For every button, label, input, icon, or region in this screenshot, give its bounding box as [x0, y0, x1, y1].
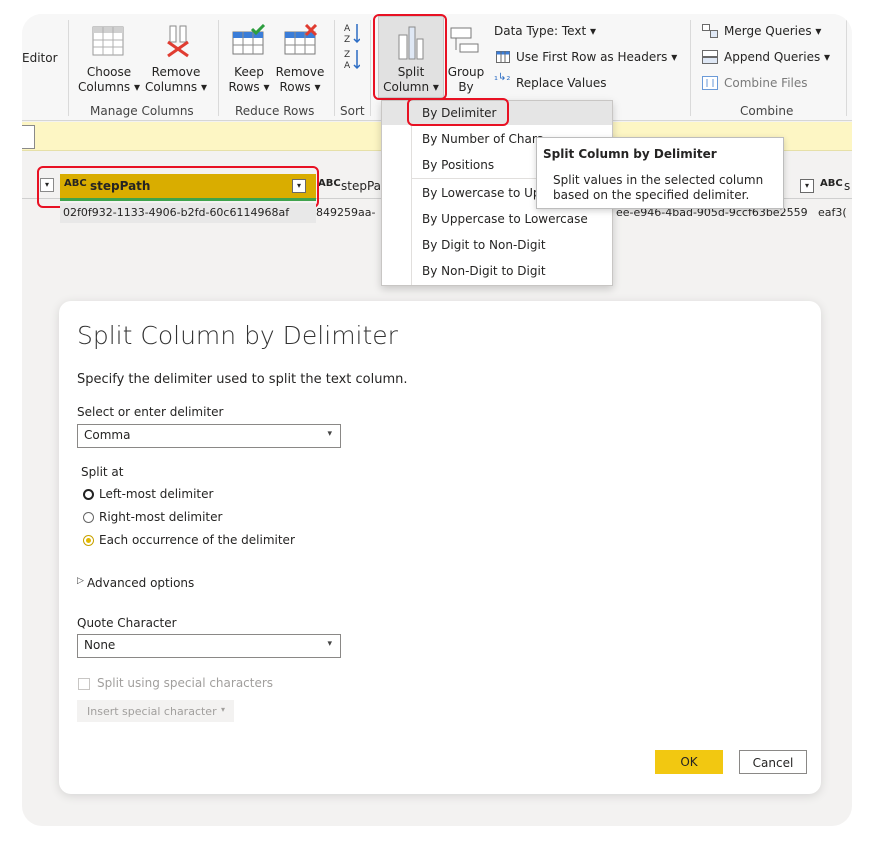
tooltip: Split Column by Delimiter Split values i… — [536, 137, 784, 209]
sort-ascending-icon[interactable]: AZ — [344, 22, 361, 47]
sort-descending-icon[interactable]: ZA — [344, 48, 361, 73]
data-type-dropdown[interactable]: Data Type: Text ▾ — [494, 24, 596, 38]
remove-columns-icon — [162, 24, 194, 61]
tooltip-text: based on the specified delimiter. — [553, 188, 750, 202]
choose-columns-icon — [92, 26, 124, 59]
remove-rows-button[interactable]: Remove Rows ▾ — [274, 65, 326, 95]
quote-character-label: Quote Character — [77, 616, 177, 630]
chevron-down-icon: ▾ — [327, 429, 332, 439]
radio-left-most[interactable] — [83, 489, 94, 500]
tooltip-title: Split Column by Delimiter — [543, 147, 717, 161]
ribbon-separator — [68, 20, 69, 116]
column-header-highlight — [37, 166, 319, 208]
quote-character-select[interactable]: None ▾ — [77, 634, 341, 658]
use-first-row-headers-button[interactable]: Use First Row as Headers ▾ — [516, 50, 677, 64]
remove-rows-icon — [284, 23, 318, 59]
replace-values-icon: ₁↳₂ — [494, 72, 511, 83]
ok-button[interactable]: OK — [655, 750, 723, 774]
radio-selected-dot — [86, 538, 91, 543]
remove-columns-button[interactable]: Remove Columns ▾ — [142, 65, 210, 95]
chevron-right-icon[interactable]: ▷ — [77, 576, 84, 586]
menu-item-by-positions[interactable]: By Positions — [422, 158, 494, 172]
column-filter-dropdown-icon[interactable]: ▾ — [800, 179, 814, 193]
combine-files-icon — [702, 76, 718, 93]
group-label-combine: Combine — [740, 104, 794, 118]
radio-each-occurrence[interactable] — [83, 535, 94, 546]
split-column-dialog: Split Column by Delimiter Specify the de… — [59, 301, 821, 794]
app-frame: Editor Choose Columns ▾ Remove Columns ▾… — [22, 14, 852, 826]
tooltip-text: Split values in the selected column — [553, 173, 764, 187]
ribbon-separator — [334, 20, 335, 116]
split-at-label: Split at — [81, 465, 124, 479]
advanced-options-toggle[interactable]: Advanced options — [87, 576, 194, 590]
radio-label-left-most[interactable]: Left-most delimiter — [99, 487, 213, 501]
append-queries-button[interactable]: Append Queries ▾ — [724, 50, 830, 64]
append-queries-icon — [702, 50, 718, 67]
table-cell[interactable]: 02f0f932-1133-4906-b2fd-60c6114968af — [63, 206, 289, 219]
table-cell[interactable]: 849259aa- — [316, 206, 375, 219]
insert-special-character-label: Insert special character — [87, 705, 217, 718]
split-column-highlight — [373, 14, 447, 100]
table-cell[interactable]: eaf3( — [818, 206, 847, 219]
delimiter-select[interactable]: Comma ▾ — [77, 424, 341, 448]
keep-rows-icon — [232, 23, 266, 59]
column-header-label[interactable]: stepPa — [341, 179, 381, 193]
insert-special-character-button[interactable]: Insert special character ▾ — [77, 700, 234, 722]
radio-right-most[interactable] — [83, 512, 94, 523]
svg-text:A: A — [344, 24, 351, 34]
menu-item-by-number-of-characters[interactable]: By Number of Chara — [422, 132, 544, 146]
by-delimiter-highlight — [407, 98, 509, 126]
chevron-down-icon: ▾ — [221, 705, 226, 714]
ribbon-separator — [218, 20, 219, 116]
radio-label-right-most[interactable]: Right-most delimiter — [99, 510, 222, 524]
column-header-label[interactable]: s — [844, 179, 850, 193]
group-by-icon — [450, 26, 480, 59]
group-by-button[interactable]: Group By — [444, 65, 488, 95]
menu-item-uppercase-to-lowercase[interactable]: By Uppercase to Lowercase — [422, 212, 588, 226]
table-icon — [496, 51, 510, 66]
editor-label[interactable]: Editor — [22, 51, 58, 65]
cancel-button[interactable]: Cancel — [739, 750, 807, 774]
group-label-manage-columns: Manage Columns — [90, 104, 194, 118]
keep-rows-button[interactable]: Keep Rows ▾ — [226, 65, 272, 95]
delimiter-label: Select or enter delimiter — [77, 405, 224, 419]
special-characters-label[interactable]: Split using special characters — [97, 676, 273, 690]
menu-gutter — [411, 101, 412, 285]
svg-text:Z: Z — [344, 35, 350, 44]
group-label-reduce-rows: Reduce Rows — [235, 104, 315, 118]
ribbon-separator — [846, 20, 847, 116]
merge-queries-button[interactable]: Merge Queries ▾ — [724, 24, 821, 38]
quote-character-value: None — [84, 638, 116, 652]
combine-files-button[interactable]: Combine Files — [724, 76, 808, 90]
svg-text:Z: Z — [344, 50, 350, 60]
delimiter-value: Comma — [84, 428, 131, 442]
dialog-title: Split Column by Delimiter — [77, 321, 398, 350]
group-label-sort: Sort — [340, 104, 365, 118]
dialog-description: Specify the delimiter used to split the … — [77, 372, 408, 387]
ribbon-separator — [370, 20, 371, 116]
svg-text:A: A — [344, 61, 351, 70]
menu-item-non-digit-to-digit[interactable]: By Non-Digit to Digit — [422, 264, 546, 278]
menu-item-digit-to-non-digit[interactable]: By Digit to Non-Digit — [422, 238, 546, 252]
formula-input[interactable] — [22, 125, 35, 149]
text-type-icon[interactable]: ABC — [820, 178, 843, 189]
menu-item-lowercase-to-uppercase[interactable]: By Lowercase to Up — [422, 186, 541, 200]
radio-label-each-occurrence[interactable]: Each occurrence of the delimiter — [99, 533, 295, 547]
merge-queries-icon — [702, 24, 718, 41]
text-type-icon[interactable]: ABC — [318, 178, 341, 189]
chevron-down-icon: ▾ — [327, 639, 332, 649]
ribbon-separator — [690, 20, 691, 116]
choose-columns-button[interactable]: Choose Columns ▾ — [76, 65, 142, 95]
special-characters-checkbox[interactable] — [78, 678, 90, 690]
replace-values-button[interactable]: Replace Values — [516, 76, 607, 90]
